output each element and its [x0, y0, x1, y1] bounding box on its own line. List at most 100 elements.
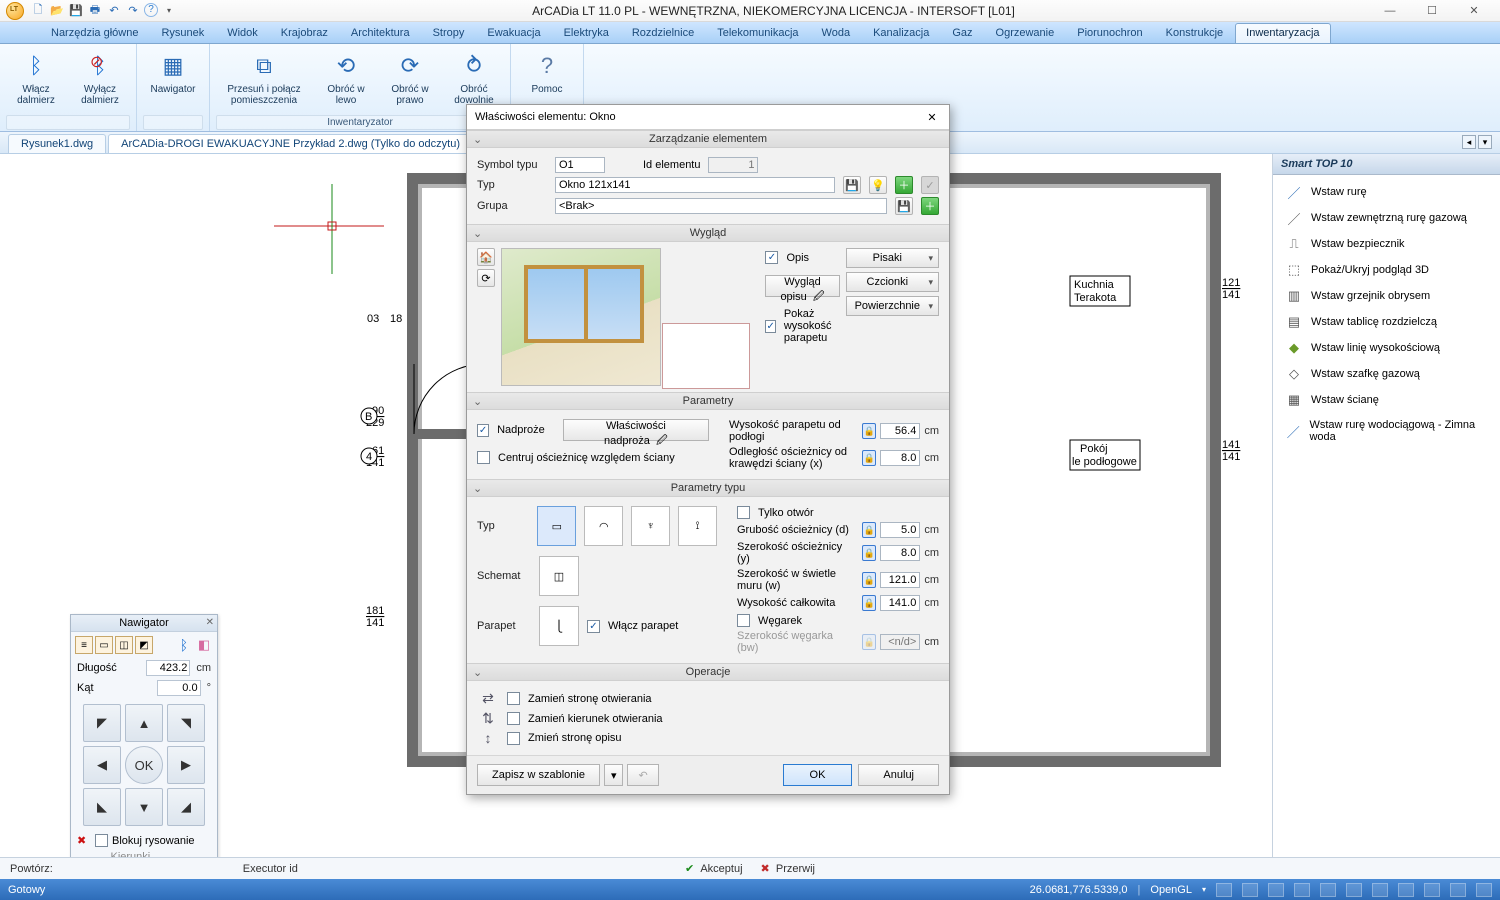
- smart-item[interactable]: ／Wstaw zewnętrzną rurę gazową: [1273, 205, 1500, 231]
- rotate-right-button[interactable]: ⟳ Obróć w prawo: [380, 47, 440, 109]
- status-icon[interactable]: [1398, 883, 1414, 897]
- nav-pad-se[interactable]: ◢: [167, 788, 205, 826]
- ok-button[interactable]: OK: [783, 764, 853, 786]
- disable-rangefinder-button[interactable]: ᛒ⊘ Wyłącz dalmierz: [70, 47, 130, 109]
- navigator-close-icon[interactable]: ✕: [206, 617, 214, 628]
- smart-item[interactable]: ／Wstaw rurę: [1273, 179, 1500, 205]
- dialog-titlebar[interactable]: Właściwości elementu: Okno ✕: [467, 105, 949, 130]
- lintel-checkbox[interactable]: ✓: [477, 424, 489, 437]
- qat-dropdown-icon[interactable]: ▾: [161, 3, 177, 19]
- section-header[interactable]: ⌄Parametry typu: [467, 479, 949, 497]
- preview-home-icon[interactable]: 🏠: [477, 248, 495, 266]
- ribbon-tab[interactable]: Widok: [216, 23, 269, 43]
- lock-icon[interactable]: 🔒: [862, 423, 876, 439]
- scheme-button[interactable]: ◫: [539, 556, 579, 596]
- enable-rangefinder-button[interactable]: ᛒ Włącz dalmierz: [6, 47, 66, 109]
- add-type-icon[interactable]: ＋: [895, 176, 913, 194]
- nav-mode-icon[interactable]: ≡: [75, 636, 93, 654]
- close-button[interactable]: ✕: [1454, 2, 1494, 20]
- ribbon-tab[interactable]: Stropy: [422, 23, 476, 43]
- confirm-icon[interactable]: ✓: [921, 176, 939, 194]
- nav-mode-icon[interactable]: ◩: [135, 636, 153, 654]
- opis-look-button[interactable]: Wygląd opisu 🖉: [765, 275, 839, 297]
- ribbon-tab[interactable]: Architektura: [340, 23, 421, 43]
- rotate-left-button[interactable]: ⟲ Obróć w lewo: [316, 47, 376, 109]
- section-header[interactable]: ⌄Wygląd: [467, 224, 949, 242]
- save-template-button[interactable]: Zapisz w szablonie: [477, 764, 600, 786]
- wegarek-checkbox[interactable]: [737, 614, 750, 627]
- lock-icon[interactable]: 🔒: [862, 572, 876, 588]
- status-icon[interactable]: [1372, 883, 1388, 897]
- pens-dropdown[interactable]: Pisaki: [846, 248, 939, 268]
- ribbon-tab[interactable]: Gaz: [941, 23, 983, 43]
- enable-sill-checkbox[interactable]: ✓: [587, 620, 600, 633]
- smart-item[interactable]: ▤Wstaw tablicę rozdzielczą: [1273, 309, 1500, 335]
- status-icon[interactable]: [1216, 883, 1232, 897]
- save-group-icon[interactable]: 💾: [895, 197, 913, 215]
- qat-redo-icon[interactable]: ↷: [125, 3, 141, 19]
- nav-bt-icon[interactable]: ᛒ: [175, 636, 193, 654]
- qat-open-icon[interactable]: 📂: [49, 3, 65, 19]
- lock-icon[interactable]: 🔒: [862, 450, 876, 466]
- rotate-free-button[interactable]: ⥁ Obróć dowolnie: [444, 47, 504, 109]
- ribbon-tab[interactable]: Elektryka: [553, 23, 620, 43]
- renderer-dropdown-icon[interactable]: ▾: [1202, 885, 1206, 894]
- lock-icon[interactable]: 🔒: [862, 545, 876, 561]
- opis-checkbox[interactable]: ✓: [765, 251, 778, 264]
- renderer-label[interactable]: OpenGL: [1150, 884, 1192, 896]
- wall-width-input[interactable]: [880, 572, 920, 588]
- smart-item[interactable]: ▦Wstaw ścianę: [1273, 387, 1500, 413]
- status-icon[interactable]: [1346, 883, 1362, 897]
- smart-item[interactable]: ／Wstaw rurę wodociągową - Zimna woda: [1273, 413, 1500, 449]
- save-template-dropdown[interactable]: ▾: [604, 764, 624, 786]
- qat-print-icon[interactable]: 🖶: [87, 3, 103, 19]
- ribbon-tab[interactable]: Piorunochron: [1066, 23, 1153, 43]
- qat-save-icon[interactable]: 💾: [68, 3, 84, 19]
- ribbon-tab[interactable]: Inwentaryzacja: [1235, 23, 1330, 43]
- symbol-input[interactable]: [555, 157, 605, 173]
- surfaces-dropdown[interactable]: Powierzchnie: [846, 296, 939, 316]
- smart-item[interactable]: ◇Wstaw szafkę gazową: [1273, 361, 1500, 387]
- cancel-button[interactable]: Anuluj: [858, 764, 939, 786]
- dialog-close-icon[interactable]: ✕: [923, 109, 941, 125]
- lock-icon[interactable]: 🔒: [862, 522, 876, 538]
- properties-dialog[interactable]: Właściwości elementu: Okno ✕ ⌄Zarządzani…: [466, 104, 950, 795]
- frame-thick-input[interactable]: [880, 522, 920, 538]
- ribbon-tab[interactable]: Telekomunikacja: [706, 23, 809, 43]
- nav-mode-icon[interactable]: ▭: [95, 636, 113, 654]
- move-join-rooms-button[interactable]: ⧉ Przesuń i połącz pomieszczenia: [216, 47, 312, 109]
- ribbon-tab[interactable]: Woda: [811, 23, 862, 43]
- window-type-tile[interactable]: ⟟: [678, 506, 717, 546]
- tab-scroll-right-icon[interactable]: ▾: [1478, 135, 1492, 149]
- qat-new-icon[interactable]: 🗋: [30, 3, 46, 19]
- undo-dialog-button[interactable]: ↶: [627, 764, 658, 786]
- smart-item[interactable]: ◆Wstaw linię wysokościową: [1273, 335, 1500, 361]
- navigator-button[interactable]: ▦ Nawigator: [143, 47, 203, 98]
- qat-help-icon[interactable]: ?: [144, 3, 158, 17]
- window-type-tile[interactable]: ◠: [584, 506, 623, 546]
- save-type-icon[interactable]: 💾: [843, 176, 861, 194]
- sill-button[interactable]: ⎩: [539, 606, 579, 646]
- nav-pad-s[interactable]: ▼: [125, 788, 163, 826]
- qat-undo-icon[interactable]: ↶: [106, 3, 122, 19]
- nav-pad-ok[interactable]: OK: [125, 746, 163, 784]
- status-icon[interactable]: [1294, 883, 1310, 897]
- window-type-tile[interactable]: ▭: [537, 506, 576, 546]
- minimize-button[interactable]: —: [1370, 2, 1410, 20]
- nav-eraser-icon[interactable]: ◧: [195, 636, 213, 654]
- angle-input[interactable]: [157, 680, 201, 696]
- nav-mode-icon[interactable]: ◫: [115, 636, 133, 654]
- total-height-input[interactable]: [880, 595, 920, 611]
- section-header[interactable]: ⌄Parametry: [467, 392, 949, 410]
- window-type-tile[interactable]: ♆: [631, 506, 670, 546]
- nav-pad-e[interactable]: ▶: [167, 746, 205, 784]
- frame-width-input[interactable]: [880, 545, 920, 561]
- nav-pad-ne[interactable]: ◥: [167, 704, 205, 742]
- doc-tab[interactable]: Rysunek1.dwg: [8, 134, 106, 153]
- frame-offset-input[interactable]: [880, 450, 920, 466]
- group-input[interactable]: [555, 198, 887, 214]
- nav-pad-sw[interactable]: ◣: [83, 788, 121, 826]
- pick-type-icon[interactable]: 💡: [869, 176, 887, 194]
- length-input[interactable]: [146, 660, 190, 676]
- swap-dir-checkbox[interactable]: [507, 712, 520, 725]
